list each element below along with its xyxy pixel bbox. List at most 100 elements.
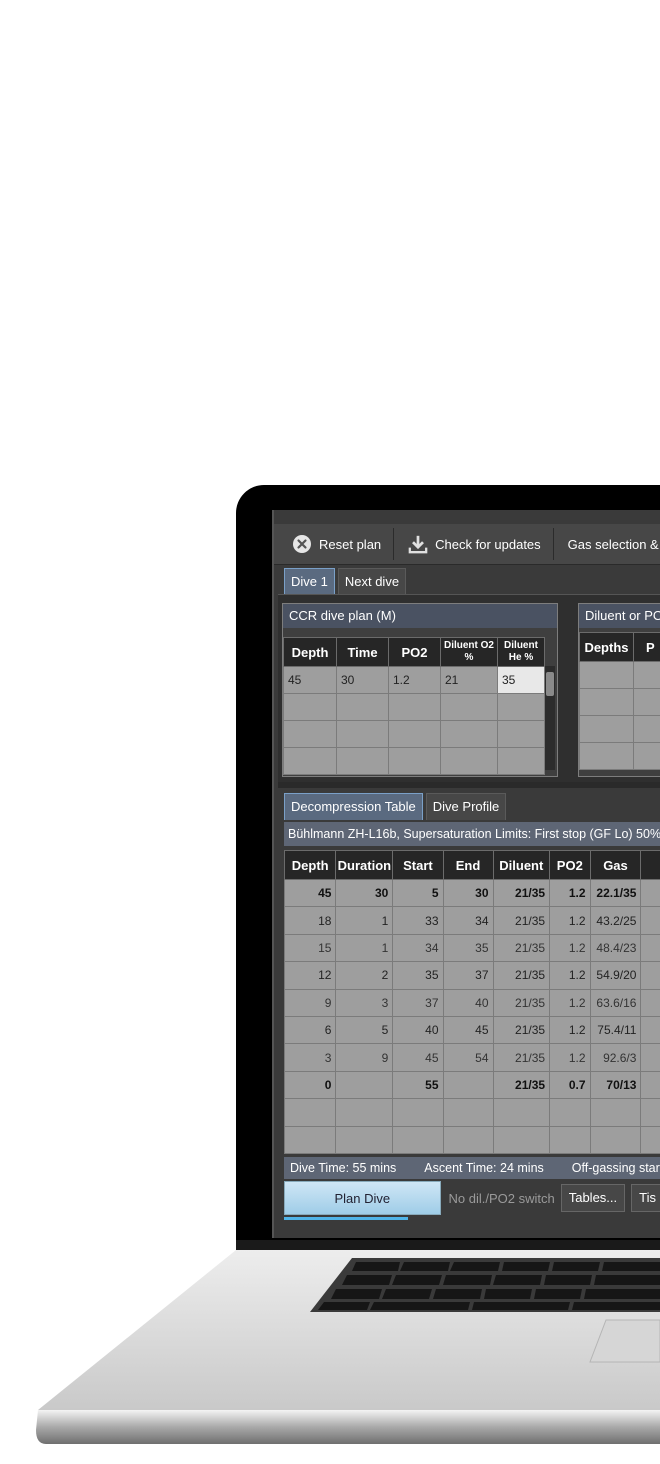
action-bar: Plan Dive No dil./PO2 switch Tables... T… (284, 1181, 660, 1215)
close-circle-icon (292, 534, 312, 554)
diluent-panel-title: Diluent or PO2 (579, 604, 660, 628)
tab-decompression-table[interactable]: Decompression Table (284, 793, 423, 820)
table-row: 9 3 37 40 21/35 1.2 63.6/16 (283, 988, 660, 1017)
col-depth: Depth (283, 850, 337, 880)
reset-plan-button[interactable]: Reset plan (274, 528, 395, 560)
cell (335, 1070, 394, 1100)
gas-selection-label: Gas selection & M (567, 536, 660, 552)
ascent-time-text: Ascent Time: 24 mins (424, 1161, 544, 1175)
tab-dive-1[interactable]: Dive 1 (284, 568, 335, 595)
table-row: 6 5 40 45 21/35 1.2 75.4/11 (283, 1015, 660, 1045)
offgassing-text: Off-gassing starts a (571, 1161, 660, 1175)
table-row: 18 1 33 34 21/35 1.2 43.2/25 (283, 906, 660, 935)
table-row (283, 1125, 660, 1154)
decompression-table: Depth Duration Start End Diluent PO2 Gas… (283, 850, 660, 1154)
dive-time-text: Dive Time: 55 mins (290, 1161, 397, 1175)
cell-po2[interactable]: 1.2 (388, 666, 441, 694)
diluent-switch-table: Depths P (579, 632, 660, 770)
cell: 9 (335, 1043, 394, 1072)
col-end: End (442, 850, 494, 880)
table-row (283, 693, 545, 721)
cell: 1.2 (549, 1015, 591, 1045)
check-updates-label: Check for updates (435, 536, 541, 552)
cell: 45 (283, 878, 337, 908)
cell-depth[interactable]: 45 (283, 666, 337, 694)
col-po2: PO2 (388, 637, 441, 667)
cell: 45 (442, 1015, 494, 1045)
cell: 5 (335, 1015, 394, 1045)
cell: 55 (392, 1070, 444, 1100)
cell-diluent-he[interactable]: 35 (497, 666, 545, 694)
cell: 35 (442, 933, 494, 963)
cell: 21/35 (492, 988, 551, 1017)
col-diluent-o2: Diluent O2 % (440, 637, 498, 667)
tissues-button[interactable]: Tis (631, 1184, 660, 1212)
gas-selection-button[interactable]: Gas selection & M (554, 528, 660, 560)
ccr-plan-table: Depth Time PO2 Diluent O2 % Diluent He %… (283, 637, 545, 775)
status-bar: Dive Time: 55 mins Ascent Time: 24 mins Of… (284, 1157, 660, 1179)
cell: 2 (335, 961, 394, 990)
focus-indicator (284, 1217, 408, 1220)
dive-tabs: Dive 1 Next dive (284, 568, 407, 595)
cell: 34 (442, 906, 494, 935)
table-row: 45 30 5 30 21/35 1.2 22.1/35 (283, 878, 660, 908)
cell: 37 (442, 961, 494, 990)
col-diluent-he: Diluent He % (497, 637, 545, 667)
cell: 0.7 (549, 1070, 591, 1100)
cell: 54.9/20 (589, 961, 642, 990)
cell: 48.4/23 (589, 933, 642, 963)
cell: 22.1/35 (589, 878, 642, 908)
cell-diluent-o2[interactable]: 21 (440, 666, 498, 694)
cell: 21/35 (492, 933, 551, 963)
table-row: 15 1 34 35 21/35 1.2 48.4/23 (283, 933, 660, 963)
table-row (579, 688, 660, 716)
cell: 15 (283, 933, 337, 963)
table-row: 45 30 1.2 21 35 (283, 666, 545, 694)
cell: 21/35 (492, 1043, 551, 1072)
diluent-switch-toggle[interactable]: No dil./PO2 switch (449, 1191, 555, 1206)
reset-plan-label: Reset plan (319, 536, 382, 552)
scrollbar[interactable] (545, 666, 555, 770)
col-more (640, 850, 660, 880)
col-depth: Depth (283, 637, 337, 667)
col-time: Time (336, 637, 389, 667)
cell: 21/35 (492, 961, 551, 990)
cell: 21/35 (492, 878, 551, 908)
cell: 33 (392, 906, 444, 935)
col-start: Start (392, 850, 444, 880)
col-gas: Gas (589, 850, 642, 880)
cell: 1.2 (549, 933, 591, 963)
cell: 1.2 (549, 1043, 591, 1072)
splitter[interactable] (278, 782, 660, 788)
cell: 1.2 (549, 961, 591, 990)
cell: 18 (283, 906, 337, 935)
ccr-dive-plan-panel: CCR dive plan (M) Depth Time PO2 Diluent… (282, 603, 558, 777)
cell: 40 (392, 1015, 444, 1045)
check-updates-button[interactable]: Check for updates (394, 528, 554, 560)
cell: 3 (283, 1043, 337, 1072)
tab-next-dive[interactable]: Next dive (337, 568, 407, 595)
col-p: P (632, 632, 660, 662)
cell: 21/35 (492, 1070, 551, 1100)
tables-button[interactable]: Tables... (560, 1184, 626, 1212)
scrollbar-thumb[interactable] (546, 672, 554, 696)
table-row: 12 2 35 37 21/35 1.2 54.9/20 (283, 961, 660, 990)
cell: 0 (283, 1070, 337, 1100)
plan-dive-button[interactable]: Plan Dive (284, 1181, 441, 1215)
download-icon (408, 534, 428, 554)
table-row (283, 747, 545, 775)
table-row (579, 661, 660, 689)
table-row (283, 1098, 660, 1127)
cell: 1.2 (549, 878, 591, 908)
cell (442, 1070, 494, 1100)
cell: 34 (392, 933, 444, 963)
cell: 75.4/11 (589, 1015, 642, 1045)
cell-time[interactable]: 30 (336, 666, 389, 694)
col-diluent: Diluent (492, 850, 551, 880)
toolbar: Reset plan Check for updates Gas selecti… (274, 524, 660, 565)
tab-dive-profile[interactable]: Dive Profile (425, 793, 507, 820)
cell: 1 (335, 933, 394, 963)
app-screen: Reset plan Check for updates Gas selecti… (272, 510, 660, 1238)
laptop-base (0, 1240, 660, 1464)
cell: 43.2/25 (589, 906, 642, 935)
